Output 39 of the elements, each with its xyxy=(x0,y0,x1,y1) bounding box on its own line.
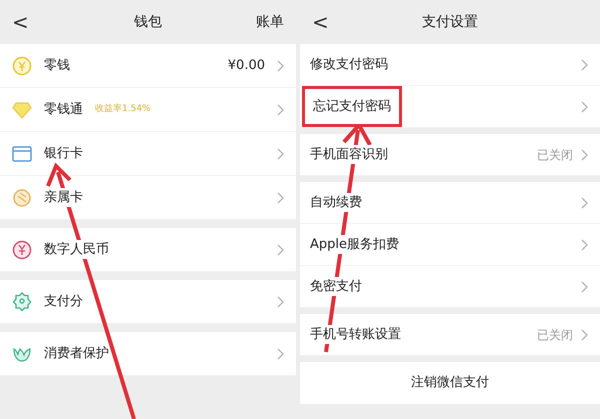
chevron-icon xyxy=(277,244,284,256)
card-icon xyxy=(12,146,32,162)
item-label: 亲属卡 xyxy=(44,188,83,208)
yuan-icon xyxy=(12,240,32,260)
item-label: 银行卡 xyxy=(44,144,83,164)
settings-item[interactable]: 忘记支付密码 xyxy=(300,86,600,128)
item-label: Apple服务扣费 xyxy=(310,234,400,254)
chevron-icon xyxy=(581,100,588,112)
back-button[interactable]: < xyxy=(312,7,336,37)
item-label: 手机号转账设置 xyxy=(310,324,401,344)
chevron-icon xyxy=(581,196,588,208)
nav-title: 支付设置 xyxy=(422,12,478,32)
chevron-icon xyxy=(581,328,588,340)
diamond-icon xyxy=(12,100,32,118)
chevron-icon xyxy=(581,238,588,250)
nav-title: 钱包 xyxy=(134,12,162,32)
badge-icon xyxy=(12,292,32,312)
coin-icon xyxy=(12,56,32,76)
back-button[interactable]: < xyxy=(12,7,36,37)
chevron-icon xyxy=(581,280,588,292)
chevron-icon xyxy=(581,148,588,160)
deregister-button[interactable]: 注销微信支付 xyxy=(300,362,600,404)
bill-link[interactable]: 账单 xyxy=(256,12,284,32)
item-label: 免密支付 xyxy=(310,276,362,296)
yield-rate: 收益率1.54% xyxy=(95,102,151,116)
chevron-icon xyxy=(277,296,284,308)
chevron-icon xyxy=(277,104,284,116)
item-label: 自动续费 xyxy=(310,192,362,212)
chevron-icon xyxy=(277,348,284,360)
item-label: 数字人民币 xyxy=(44,240,109,260)
status-value: 已关闭 xyxy=(537,146,573,164)
item-label: 忘记支付密码 xyxy=(302,86,402,128)
item-label: 手机面容识别 xyxy=(310,144,388,164)
chevron-icon xyxy=(581,58,588,70)
balance-value: ¥0.00 xyxy=(228,56,265,75)
chevron-icon xyxy=(277,148,284,160)
chevron-icon xyxy=(277,192,284,204)
status-value: 已关闭 xyxy=(537,326,573,344)
chevron-icon xyxy=(277,60,284,72)
